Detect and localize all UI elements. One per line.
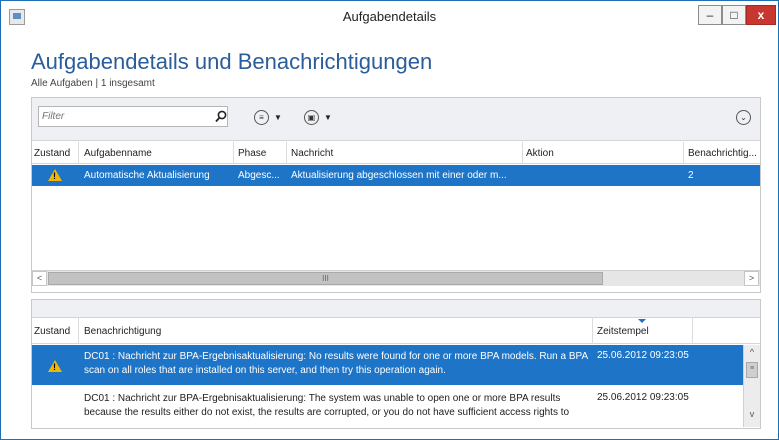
expand-icon[interactable]: ⌄ <box>736 110 751 125</box>
column-divider[interactable] <box>683 142 684 164</box>
column-header-action[interactable]: Aktion <box>526 148 676 159</box>
save-icon: ▣ <box>304 109 319 125</box>
scroll-left-icon[interactable]: < <box>32 271 47 286</box>
tasks-grid-header: Zustand Aufgabenname Phase Nachricht Akt… <box>32 142 760 164</box>
save-query-dropdown[interactable]: ▣ ▼ <box>304 108 332 126</box>
close-button[interactable]: x <box>746 5 776 25</box>
column-divider[interactable] <box>78 142 79 164</box>
notification-text: DC01 : Nachricht zur BPA-Ergebnisaktuali… <box>84 393 570 418</box>
notifications-grid-header: Zustand Benachrichtigung Zeitstempel <box>32 318 760 344</box>
column-divider[interactable] <box>692 318 693 344</box>
chevron-down-icon: ▼ <box>324 112 332 122</box>
filter-box[interactable] <box>38 106 228 127</box>
notification-row[interactable]: DC01 : Nachricht zur BPA-Ergebnisaktuali… <box>32 387 743 427</box>
search-icon[interactable] <box>215 110 227 123</box>
scrollbar-thumb[interactable]: ≡ <box>746 362 758 378</box>
list-view-dropdown[interactable]: ≡ ▼ <box>254 108 282 126</box>
minimize-button[interactable]: ‒ <box>698 5 722 25</box>
column-header-status[interactable]: Zustand <box>34 326 80 337</box>
filter-input[interactable] <box>42 109 202 124</box>
list-icon: ≡ <box>254 109 269 125</box>
warning-icon: ! <box>48 169 62 181</box>
notifications-panel: Zustand Benachrichtigung Zeitstempel ! D… <box>31 299 761 429</box>
sort-descending-icon <box>638 319 646 323</box>
notification-row[interactable]: ! DC01 : Nachricht zur BPA-Ergebnisaktua… <box>32 345 743 385</box>
task-notification-count: 2 <box>688 170 694 181</box>
task-phase: Abgesc... <box>238 170 280 181</box>
vertical-scrollbar[interactable]: ^ ≡ v <box>743 345 760 427</box>
horizontal-scrollbar[interactable]: < III > <box>32 270 760 286</box>
notifications-toolbar <box>32 300 760 318</box>
column-divider[interactable] <box>522 142 523 164</box>
page-title: Aufgabendetails und Benachrichtigungen <box>31 49 433 74</box>
column-divider[interactable] <box>233 142 234 164</box>
chevron-down-icon: ▼ <box>274 112 282 122</box>
task-message: Aktualisierung abgeschlossen mit einer o… <box>291 170 507 181</box>
column-header-status[interactable]: Zustand <box>34 148 80 159</box>
column-header-message[interactable]: Nachricht <box>291 148 521 159</box>
column-header-notifications[interactable]: Benachrichtig... <box>688 148 758 159</box>
scroll-down-icon[interactable]: v <box>746 409 758 423</box>
tasks-toolbar: ≡ ▼ ▣ ▼ ⌄ <box>32 98 760 141</box>
task-count: Alle Aufgaben | 1 insgesamt <box>31 78 155 89</box>
task-name: Automatische Aktualisierung <box>84 170 210 181</box>
scroll-up-icon[interactable]: ^ <box>746 347 758 361</box>
notification-text: DC01 : Nachricht zur BPA-Ergebnisaktuali… <box>84 351 588 376</box>
column-header-timestamp[interactable]: Zeitstempel <box>597 326 687 337</box>
task-row[interactable]: ! Automatische Aktualisierung Abgesc... … <box>32 165 760 186</box>
scroll-right-icon[interactable]: > <box>744 271 759 286</box>
column-divider[interactable] <box>286 142 287 164</box>
column-header-task-name[interactable]: Aufgabenname <box>84 148 232 159</box>
warning-icon: ! <box>48 360 62 372</box>
window-title: Aufgabendetails <box>342 9 437 24</box>
title-bar[interactable]: Aufgabendetails ‒ □ x <box>1 1 778 33</box>
scrollbar-thumb[interactable]: III <box>48 272 603 285</box>
notification-timestamp: 25.06.2012 09:23:05 <box>597 350 689 361</box>
tasks-panel: ≡ ▼ ▣ ▼ ⌄ Zustand Aufgabenname Phase Nac… <box>31 97 761 293</box>
column-divider[interactable] <box>592 318 593 344</box>
column-header-notification[interactable]: Benachrichtigung <box>84 326 384 337</box>
task-details-window: Aufgabendetails ‒ □ x Aufgabendetails un… <box>0 0 779 440</box>
column-divider[interactable] <box>78 318 79 344</box>
notification-timestamp: 25.06.2012 09:23:05 <box>597 392 689 403</box>
maximize-button[interactable]: □ <box>722 5 746 25</box>
column-header-phase[interactable]: Phase <box>238 148 284 159</box>
